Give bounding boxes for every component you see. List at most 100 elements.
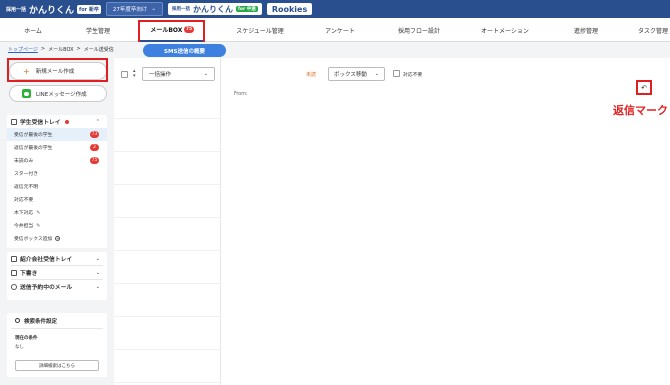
chevron-down-icon: ⌄ [95,269,100,276]
current-conditions-value: なし [15,345,24,350]
tray-item-unread-only[interactable]: 未読のみ 75 [7,154,107,167]
reply-button[interactable]: ↶ [636,80,652,95]
sort-icon[interactable]: ▴ ▾ [133,69,136,79]
no-action-checkbox[interactable] [393,70,400,77]
nav-schedule[interactable]: スケジュール管理 [228,18,292,42]
bulk-action-label: 一括操作 [149,72,172,78]
mid-career-product-link[interactable]: 採用一括 かんりくん for 中途 [167,3,262,15]
breadcrumb-top-link[interactable]: トップページ [8,46,38,53]
count-badge: 73 [90,131,99,138]
list-item[interactable] [114,152,221,185]
nav-progress-label: 進捗管理 [573,27,598,35]
nav-flow-design[interactable]: 採用フロー設計 [390,18,448,42]
message-detail-pane [222,58,670,385]
tray-item-replied-last[interactable]: 返信が最後の学生 2 [7,141,107,154]
list-item[interactable] [114,350,221,383]
nav-automation[interactable]: オートメーション [474,18,536,42]
nav-students[interactable]: 学生管理 [76,18,120,42]
advanced-search-label: 詳細検索はこちら [39,363,75,369]
search-conditions-title: 検索条件設定 [24,318,58,325]
from-label: From: [234,92,248,97]
clock-icon [11,283,17,290]
student-tray-header[interactable]: 学生受信トレイ ⌃ [7,115,107,128]
chevron-up-icon: ⌃ [95,118,100,125]
drafts-title: 下書き [20,271,38,277]
tray-item-received-last[interactable]: 受信が最後の学生 73 [7,128,107,141]
tray-item-imai[interactable]: 今井担当 ✎ [7,219,107,232]
bulk-action-select[interactable]: 一括操作 ⌄ [142,67,215,81]
pencil-icon[interactable]: ✎ [36,210,40,216]
add-inbox-button[interactable]: 受信ボックス追加 + [7,232,107,245]
nav-tasks[interactable]: タスク管理 [632,18,670,42]
nav-schedule-label: スケジュール管理 [236,27,284,35]
count-badge: 2 [90,144,99,151]
agency-tray-title: 紹介会社受信トレイ [20,257,73,263]
search-icon [15,318,20,323]
tray-item-label: 受信ボックス追加 [14,237,53,242]
advanced-search-button[interactable]: 詳細検索はこちら [15,360,99,371]
breadcrumb-separator: > [40,46,46,52]
rookies-label: Rookies [271,4,308,14]
rookies-link[interactable]: Rookies [266,3,313,15]
list-item[interactable] [114,218,221,251]
year-select[interactable]: 27年度卒向け ⌄ [105,2,163,16]
line-message-button[interactable]: LINEメッセージ作成 [9,85,107,102]
tray-item-no-action[interactable]: 対応不要 [7,193,107,206]
list-item[interactable] [114,119,221,152]
student-tray-title: 学生受信トレイ [20,120,61,126]
pencil-icon[interactable]: ✎ [36,223,40,229]
brand-tag: for 新卒 [77,4,101,14]
unread-status: 未読 [306,72,317,78]
chevron-down-icon: ⌄ [151,6,156,12]
nav-home[interactable]: ホーム [14,18,52,42]
tray-item-label: 今井担当 [14,224,34,229]
plus-circle-icon: + [55,236,61,241]
drafts-header[interactable]: 下書き ⌄ [7,266,107,279]
nav-students-label: 学生管理 [85,27,110,35]
nav-flow-design-label: 採用フロー設計 [397,27,440,35]
tray-item-label: スター付き [14,172,38,177]
breadcrumb-mailbox[interactable]: メールBOX [48,46,73,53]
brand-name: かんりくん [29,5,75,16]
brand-small-text: 採用一括 [6,6,27,13]
main-nav: ホーム 学生管理 メールBOX 75 スケジュール管理 アンケート 採用フロー設… [0,18,670,42]
chevron-down-icon: ⌄ [203,71,208,77]
year-select-value: 27年度卒向け [112,7,148,13]
no-action-label: 対応不要 [403,73,423,78]
line-message-label: LINEメッセージ作成 [36,91,87,98]
tray-item-kinoshita[interactable]: 木下対応 ✎ [7,206,107,219]
brand-logo[interactable]: 採用一括 かんりくん for 新卒 [6,3,101,16]
scheduled-header[interactable]: 送信予約中のメール ⌄ [7,280,107,293]
pill-brand-tag: for 中途 [235,6,258,12]
top-brand-bar: 採用一括 かんりくん for 新卒 27年度卒向け ⌄ 採用一括 かんりくん f… [0,0,670,18]
box-move-select[interactable]: ボックス移動 ⌄ [328,67,385,81]
sms-overview-button[interactable]: SMS送信の概要 [143,44,226,57]
nav-survey[interactable]: アンケート [320,18,360,42]
sms-overview-label: SMS送信の概要 [164,48,205,55]
list-item[interactable] [114,185,221,218]
agency-tray-header[interactable]: 紹介会社受信トレイ ⌄ [7,252,107,265]
tray-item-unknown-sender[interactable]: 返信元不明 [7,180,107,193]
pill-brand-name: かんりくん [192,4,233,14]
tray-item-label: 対応不要 [14,198,34,203]
unread-dot [64,119,69,124]
breadcrumb-separator: > [76,46,81,52]
nav-progress[interactable]: 進捗管理 [566,18,606,42]
tray-item-label: 木下対応 [14,211,34,216]
count-badge: 75 [90,157,99,164]
nav-home-label: ホーム [24,27,42,35]
chevron-down-icon: ⌄ [95,255,100,262]
list-item[interactable] [114,251,221,284]
list-item[interactable] [114,317,221,350]
student-tray-panel: 学生受信トレイ ⌃ 受信が最後の学生 73 返信が最後の学生 2 未読のみ 75… [7,115,107,248]
tray-item-starred[interactable]: スター付き [7,167,107,180]
breadcrumb: トップページ > メールBOX > メール送受信 [8,46,114,53]
select-all-checkbox[interactable] [121,71,128,78]
inbox-icon [11,118,17,125]
list-item[interactable] [114,284,221,317]
tray-item-label: 返信が最後の学生 [14,146,53,151]
tray-item-label: 受信が最後の学生 [14,133,53,138]
list-item[interactable] [114,86,221,119]
reply-mark-annotation: 返信マーク [613,104,668,117]
box-move-label: ボックス移動 [334,72,367,78]
